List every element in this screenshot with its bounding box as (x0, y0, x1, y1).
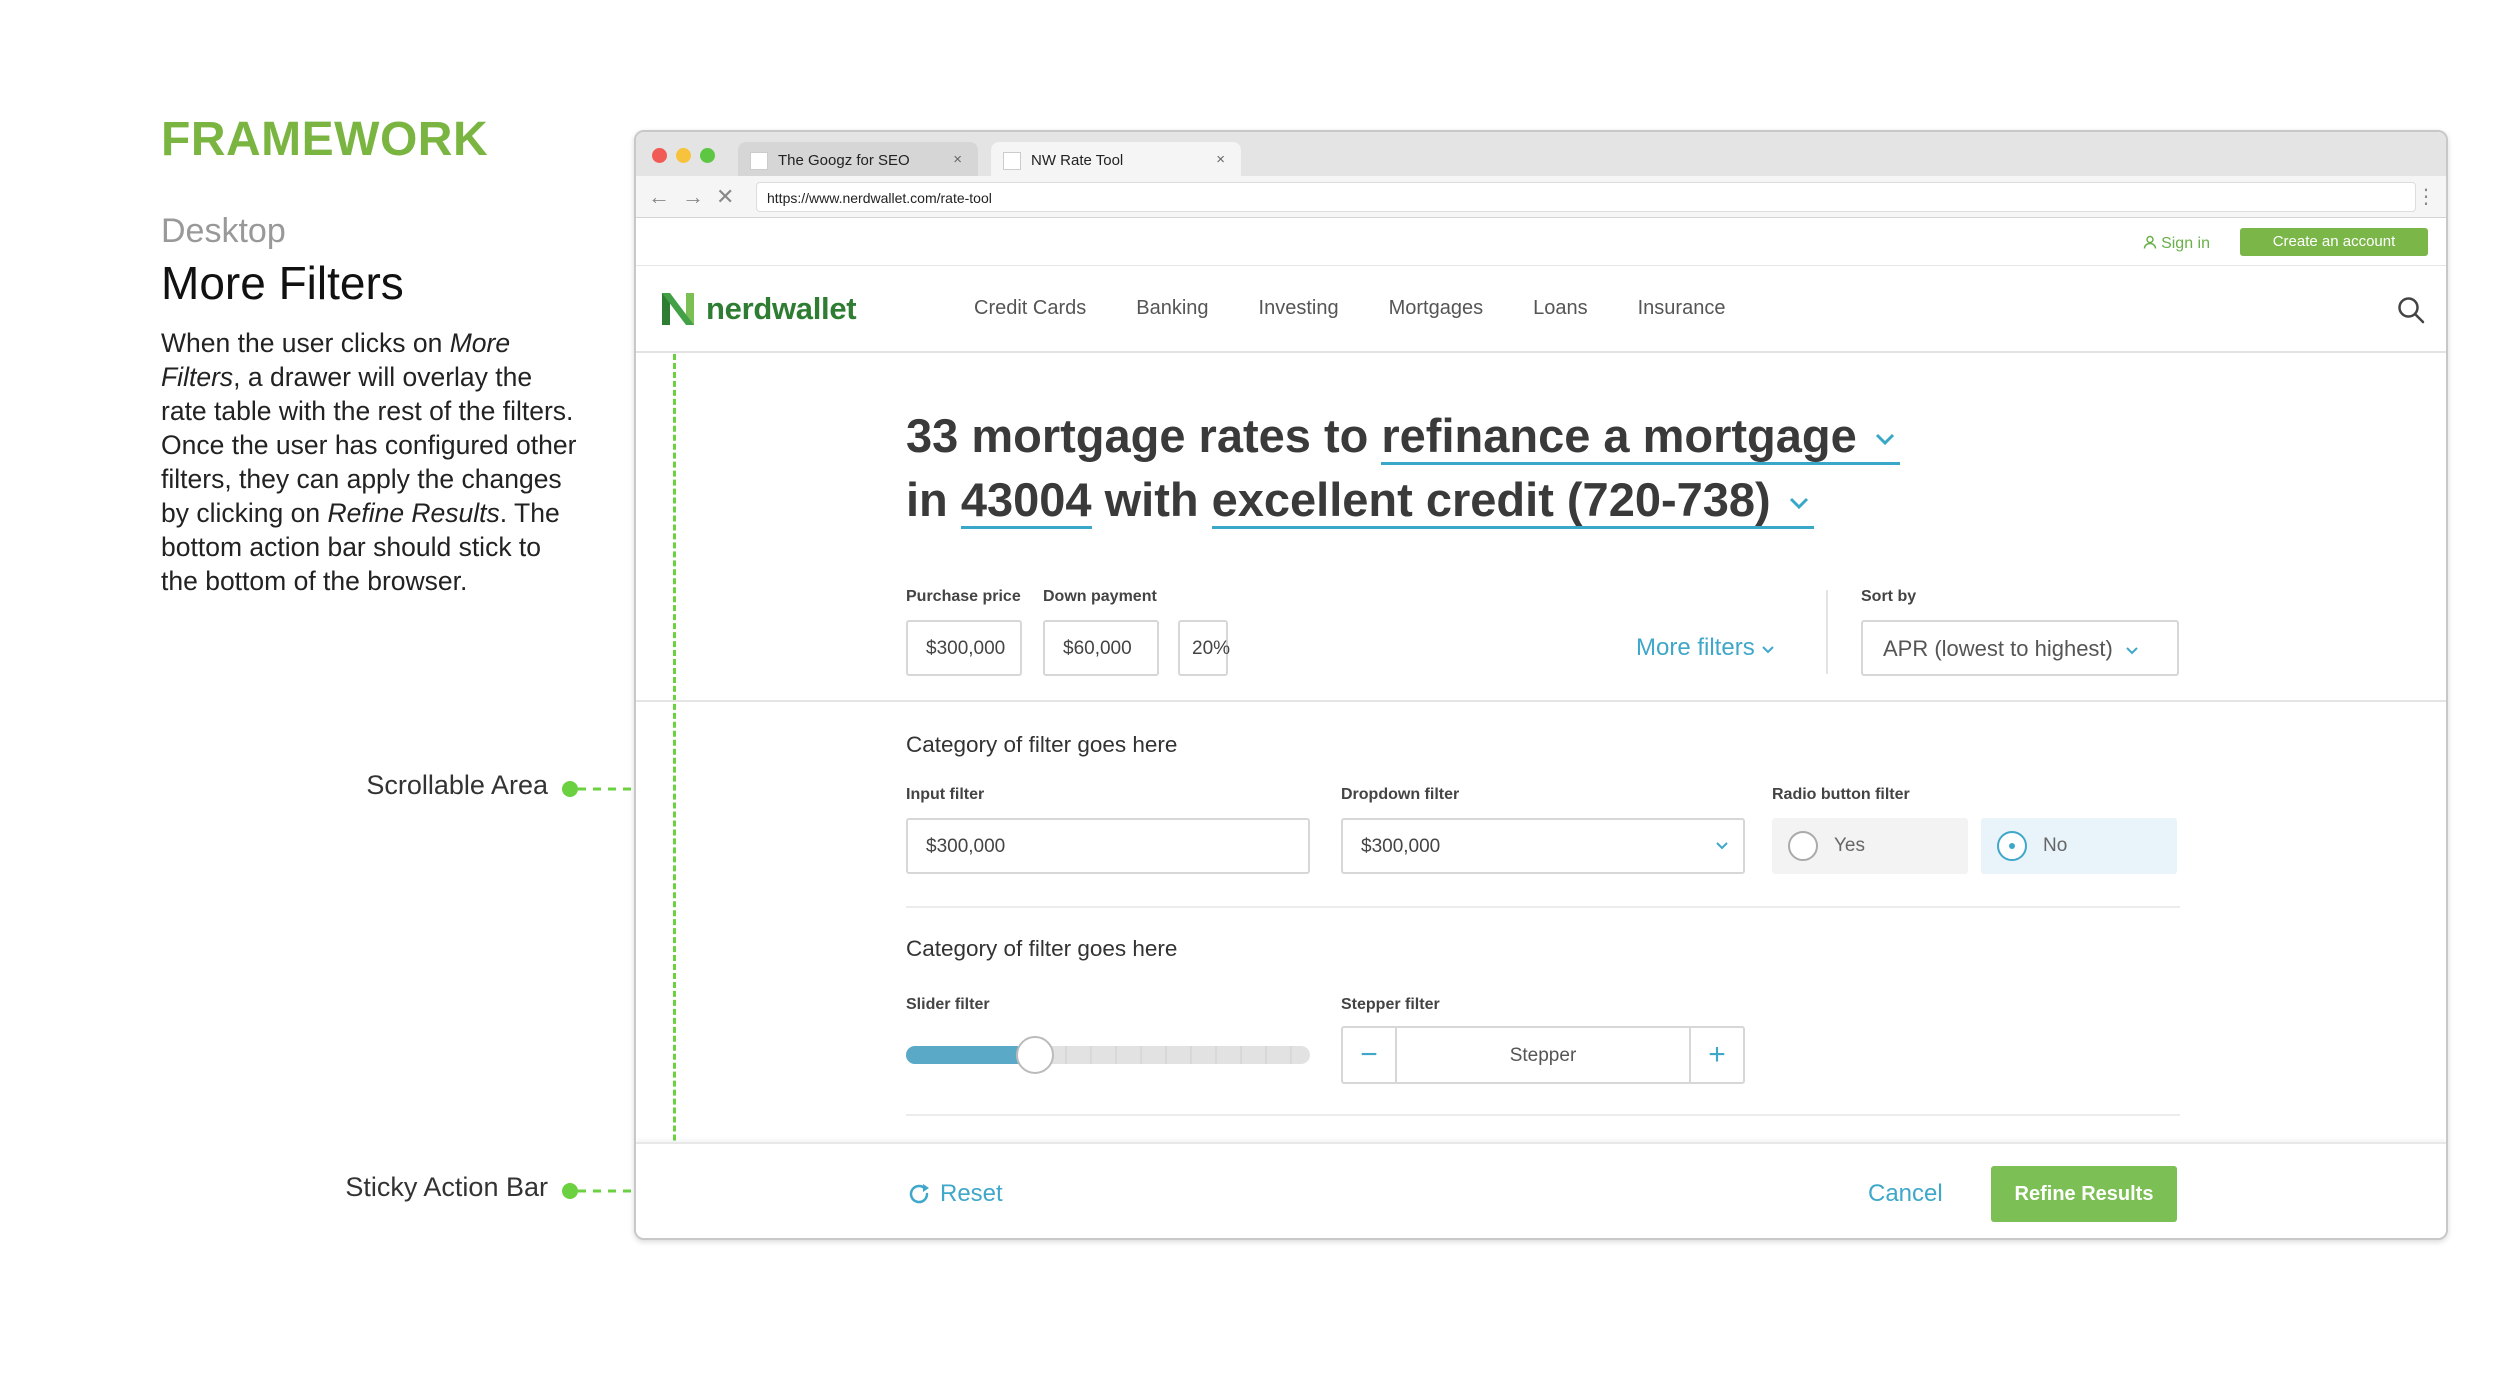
sort-by-label: Sort by (1861, 588, 1917, 605)
sticky-action-bar-label: Sticky Action Bar (345, 1172, 548, 1202)
maximize-window-icon[interactable] (700, 148, 715, 163)
platform-subhead: Desktop (161, 212, 286, 250)
utility-bar: Sign in Create an account (636, 218, 2446, 266)
close-tab-icon[interactable]: × (1216, 151, 1225, 168)
purpose-selector[interactable]: refinance a mortgage (1381, 409, 1900, 465)
chevron-down-icon (1716, 842, 1728, 850)
browser-tab-googz[interactable]: The Googz for SEO × (738, 142, 978, 176)
chevron-down-icon (2126, 647, 2138, 655)
category-divider (906, 906, 2180, 908)
purchase-price-label: Purchase price (906, 588, 1021, 605)
radio-filter-label: Radio button filter (1772, 786, 1910, 803)
create-account-button[interactable]: Create an account (2240, 228, 2428, 256)
sort-by-select[interactable]: APR (lowest to highest) (1861, 620, 2179, 676)
sticky-action-bar: Reset Cancel Refine Results (636, 1142, 2446, 1238)
slider-track[interactable] (906, 1046, 1310, 1064)
address-bar-row: ← → ✕ https://www.nerdwallet.com/rate-to… (636, 176, 2446, 218)
input-filter-field[interactable]: $300,000 (906, 818, 1310, 874)
page-favicon-icon (1003, 152, 1021, 170)
nav-credit-cards[interactable]: Credit Cards (974, 297, 1086, 320)
sign-in-link[interactable]: Sign in (2143, 235, 2210, 253)
nav-banking[interactable]: Banking (1136, 297, 1208, 320)
filter-category-heading-2: Category of filter goes here (906, 936, 1178, 961)
nav-insurance[interactable]: Insurance (1638, 297, 1726, 320)
user-icon (2143, 235, 2157, 249)
scrollable-area-label: Scrollable Area (366, 770, 548, 800)
stepper-value[interactable]: Stepper (1399, 1028, 1687, 1082)
screen-description: When the user clicks on More Filters, a … (161, 328, 577, 596)
results-headline: 33 mortgage rates to refinance a mortgag… (906, 404, 1900, 532)
stepper-control: − Stepper + (1341, 1026, 1745, 1084)
nav-loans[interactable]: Loans (1533, 297, 1588, 320)
search-icon[interactable] (2396, 295, 2426, 325)
radio-option-yes[interactable]: Yes (1772, 818, 1968, 874)
main-navigation: nerdwallet Credit Cards Banking Investin… (636, 267, 2446, 353)
credit-score-selector[interactable]: excellent credit (720-738) (1211, 473, 1814, 529)
nerdwallet-logo[interactable]: nerdwallet (660, 289, 857, 329)
back-arrow-icon[interactable]: ← (648, 184, 670, 210)
chevron-down-icon (1789, 497, 1808, 509)
slider-filter-label: Slider filter (906, 996, 990, 1013)
framework-heading: FRAMEWORK (161, 113, 489, 166)
stepper-increment-button[interactable]: + (1689, 1028, 1743, 1082)
reset-button[interactable]: Reset (906, 1180, 1003, 1208)
down-payment-input[interactable]: $60,000 (1043, 620, 1159, 676)
more-filters-button[interactable]: More filters (1636, 634, 1775, 662)
screen-title: More Filters (161, 257, 404, 309)
nav-mortgages[interactable]: Mortgages (1389, 297, 1484, 320)
browser-tab-rate-tool[interactable]: NW Rate Tool × (991, 142, 1241, 176)
chevron-down-icon (1762, 646, 1775, 654)
drawer-top-divider (636, 700, 2446, 702)
refresh-icon (909, 1184, 929, 1204)
dropdown-filter-label: Dropdown filter (1341, 786, 1460, 803)
close-tab-icon[interactable]: × (953, 151, 962, 168)
radio-selected-icon (1997, 831, 2027, 861)
page-favicon-icon (750, 152, 768, 170)
purchase-price-input[interactable]: $300,000 (906, 620, 1022, 676)
slider-thumb[interactable] (1016, 1036, 1054, 1074)
stepper-decrement-button[interactable]: − (1343, 1028, 1397, 1082)
browser-window: The Googz for SEO × NW Rate Tool × ← → ✕… (634, 130, 2448, 1240)
zip-code-selector[interactable]: 43004 (960, 473, 1092, 529)
refine-results-button[interactable]: Refine Results (1991, 1166, 2177, 1222)
forward-arrow-icon[interactable]: → (682, 184, 704, 210)
minimize-window-icon[interactable] (676, 148, 691, 163)
cancel-button[interactable]: Cancel (1868, 1180, 1943, 1208)
browser-menu-icon[interactable]: ⋮ (2416, 184, 2436, 209)
filter-category-heading-1: Category of filter goes here (906, 732, 1178, 757)
chevron-down-icon (1875, 433, 1894, 445)
down-payment-label: Down payment (1043, 588, 1157, 605)
scrollable-area-guide (673, 354, 676, 1238)
radio-option-no[interactable]: No (1981, 818, 2177, 874)
dropdown-filter-select[interactable]: $300,000 (1341, 818, 1745, 874)
input-filter-label: Input filter (906, 786, 985, 803)
category-divider (906, 1114, 2180, 1116)
nav-investing[interactable]: Investing (1259, 297, 1339, 320)
radio-unselected-icon (1788, 831, 1818, 861)
nerdwallet-n-icon (662, 293, 694, 325)
stepper-filter-label: Stepper filter (1341, 996, 1440, 1013)
down-payment-percent-input[interactable]: 20% (1178, 620, 1230, 676)
primary-nav-links: Credit Cards Banking Investing Mortgages… (974, 297, 1725, 320)
stop-loading-icon[interactable]: ✕ (716, 184, 734, 210)
slider-ticks (1065, 1046, 1292, 1064)
url-field[interactable]: https://www.nerdwallet.com/rate-tool (756, 182, 2416, 212)
filter-divider (1826, 590, 1828, 674)
close-window-icon[interactable] (652, 148, 667, 163)
browser-tab-strip: The Googz for SEO × NW Rate Tool × (636, 132, 2446, 176)
